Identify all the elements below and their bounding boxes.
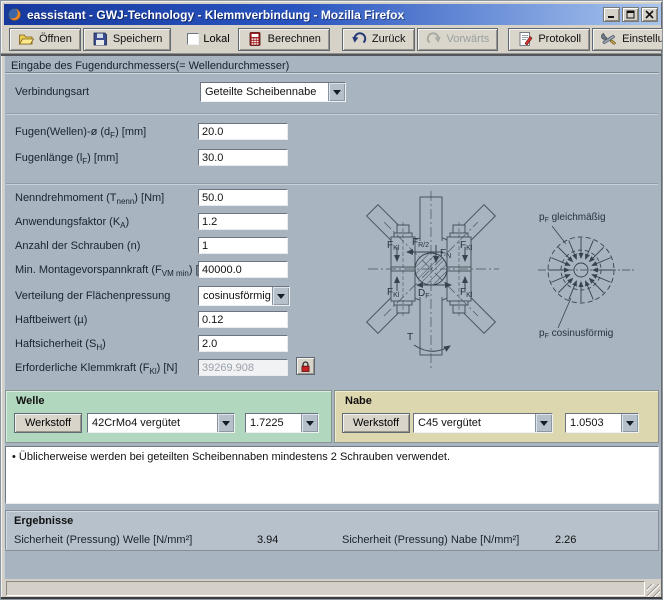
haftsicherheit-label: Haftsicherheit (SH) xyxy=(15,338,106,350)
nabe-werkstoff-button[interactable]: Werkstoff xyxy=(342,413,410,433)
status-bar xyxy=(4,579,661,598)
fkl-label: FKl xyxy=(387,287,399,298)
calculator-icon xyxy=(247,31,263,47)
save-button[interactable]: Speichern xyxy=(83,28,172,51)
forward-button[interactable]: Vorwärts xyxy=(417,28,499,51)
fr2-label: FR/2 xyxy=(412,237,429,248)
klemmkraft-input xyxy=(198,359,288,376)
hint-message: • Üblicherweise werden bei geteilten Sch… xyxy=(12,451,450,463)
welle-safety-label: Sicherheit (Pressung) Welle [N/mm²] xyxy=(14,534,192,546)
window-title: eassistant - GWJ-Technology - Klemmverbi… xyxy=(27,8,404,22)
window-bottom-edge xyxy=(1,597,662,599)
dropdown-arrow-icon[interactable] xyxy=(301,414,318,432)
status-field xyxy=(6,581,645,596)
dropdown-arrow-icon[interactable] xyxy=(621,414,638,432)
verbindungsart-label: Verbindungsart xyxy=(15,86,89,98)
fkl-label: FKl xyxy=(460,240,472,251)
checkbox-icon xyxy=(187,33,199,45)
maximize-button[interactable] xyxy=(622,7,639,22)
redo-arrow-icon xyxy=(426,31,442,47)
lock-icon xyxy=(299,360,312,373)
hint-message-box: • Üblicherweise werden bei geteilten Sch… xyxy=(5,446,659,504)
welle-material-select[interactable]: 42CrMo4 vergütet xyxy=(87,413,235,433)
tools-icon xyxy=(601,31,617,47)
nabe-panel: Nabe Werkstoff C45 vergütet 1.0503 xyxy=(334,390,659,443)
dropdown-arrow-icon[interactable] xyxy=(328,83,345,101)
haftbeiwert-label: Haftbeiwert (µ) xyxy=(15,314,87,326)
clamp-connection-drawing xyxy=(366,189,541,374)
local-checkbox[interactable]: Lokal xyxy=(187,33,229,45)
settings-button[interactable]: Einstellungen xyxy=(592,28,663,51)
calculate-button[interactable]: Berechnen xyxy=(238,28,330,51)
welle-material-number-select[interactable]: 1.7225 xyxy=(245,413,319,433)
close-button[interactable] xyxy=(641,7,658,22)
fkl-label: FKl xyxy=(460,287,472,298)
dropdown-arrow-icon[interactable] xyxy=(272,287,289,305)
nenndrehmoment-label: Nenndrehmoment (Tnenn) [Nm] xyxy=(15,192,164,204)
fn-label: FN xyxy=(440,248,451,259)
fugen-d-label: Fugen(Wellen)-ø (dF) [mm] xyxy=(15,126,146,138)
minimize-button[interactable] xyxy=(603,7,620,22)
header-divider xyxy=(5,72,659,74)
save-disk-icon xyxy=(92,31,108,47)
dropdown-arrow-icon[interactable] xyxy=(535,414,552,432)
titlebar: eassistant - GWJ-Technology - Klemmverbi… xyxy=(4,4,661,25)
open-button[interactable]: Öffnen xyxy=(9,28,81,51)
app-window: eassistant - GWJ-Technology - Klemmverbi… xyxy=(0,0,663,600)
lock-button[interactable] xyxy=(296,357,315,375)
resize-grip[interactable] xyxy=(647,584,660,597)
protocol-document-icon xyxy=(517,31,533,47)
torque-label: T xyxy=(407,332,413,343)
close-icon xyxy=(645,10,654,19)
anzahl-schrauben-input[interactable] xyxy=(198,237,288,254)
results-title: Ergebnisse xyxy=(14,515,73,527)
nabe-title: Nabe xyxy=(345,395,372,407)
undo-arrow-icon xyxy=(351,31,367,47)
nabe-safety-label: Sicherheit (Pressung) Nabe [N/mm²] xyxy=(342,534,519,546)
nabe-material-select[interactable]: C45 vergütet xyxy=(413,413,553,433)
verteilung-select[interactable]: cosinusförmig xyxy=(198,286,290,306)
fugen-d-input[interactable] xyxy=(198,123,288,140)
fugenlaenge-input[interactable] xyxy=(198,149,288,166)
p-cosine-label: pF cosinusförmig xyxy=(539,328,613,339)
verbindungsart-select[interactable]: Geteilte Scheibennabe xyxy=(200,82,346,102)
maximize-icon xyxy=(626,10,635,19)
anwendungsfaktor-input[interactable] xyxy=(198,213,288,230)
haftsicherheit-input[interactable] xyxy=(198,335,288,352)
page-content: Eingabe des Fugendurchmessers(= Wellendu… xyxy=(4,56,661,579)
welle-werkstoff-button[interactable]: Werkstoff xyxy=(14,413,82,433)
nabe-material-number-select[interactable]: 1.0503 xyxy=(565,413,639,433)
back-button[interactable]: Zurück xyxy=(342,28,415,51)
results-panel: Ergebnisse Sicherheit (Pressung) Welle [… xyxy=(5,510,659,551)
open-folder-icon xyxy=(18,31,34,47)
group-separator xyxy=(6,113,658,115)
fkl-label: FKl xyxy=(387,240,399,251)
df-label: DF xyxy=(418,288,430,299)
firefox-icon xyxy=(7,7,22,22)
anzahl-schrauben-label: Anzahl der Schrauben (n) xyxy=(15,240,140,252)
verteilung-label: Verteilung der Flächenpressung xyxy=(15,290,170,302)
protocol-button[interactable]: Protokoll xyxy=(508,28,590,51)
toolbar: Öffnen Speichern Lokal xyxy=(4,25,661,53)
minimize-icon xyxy=(607,10,616,19)
nabe-safety-value: 2.26 xyxy=(555,534,576,546)
montagevorspannkraft-input[interactable] xyxy=(198,261,288,278)
page-title: Eingabe des Fugendurchmessers(= Wellendu… xyxy=(11,60,289,72)
group-separator xyxy=(6,183,658,185)
haftbeiwert-input[interactable] xyxy=(198,311,288,328)
fugenlaenge-label: Fugenlänge (lF) [mm] xyxy=(15,152,118,164)
welle-safety-value: 3.94 xyxy=(257,534,278,546)
anwendungsfaktor-label: Anwendungsfaktor (KA) xyxy=(15,216,129,228)
welle-title: Welle xyxy=(16,395,45,407)
klemmkraft-label: Erforderliche Klemmkraft (FKl) [N] xyxy=(15,362,177,374)
nenndrehmoment-input[interactable] xyxy=(198,189,288,206)
montagevorspannkraft-label: Min. Montagevorspannkraft (FVM min) [N] xyxy=(15,264,210,276)
p-uniform-label: pF gleichmäßig xyxy=(539,212,606,223)
dropdown-arrow-icon[interactable] xyxy=(217,414,234,432)
welle-panel: Welle Werkstoff 42CrMo4 vergütet 1.7225 xyxy=(5,390,332,443)
